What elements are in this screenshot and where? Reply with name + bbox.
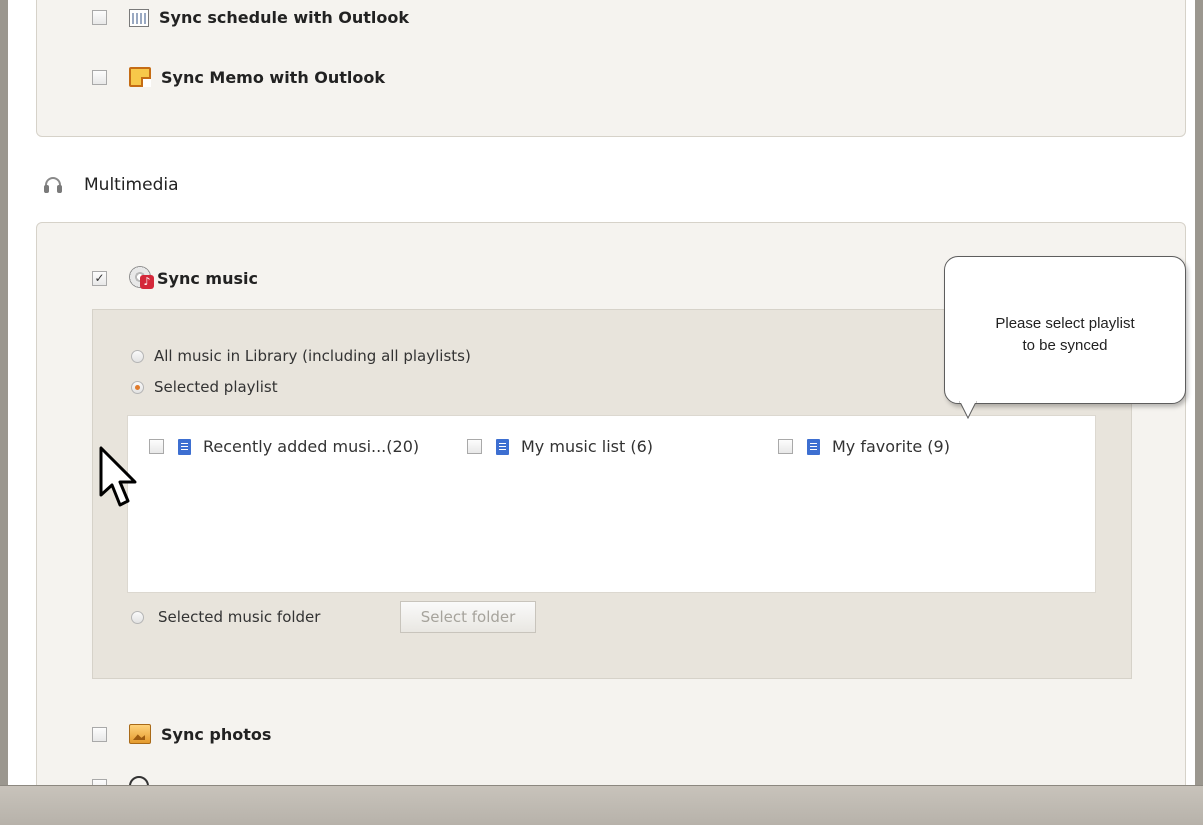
selected-playlist-radio[interactable] (131, 380, 144, 394)
tooltip-tail (959, 401, 977, 420)
playlist-item[interactable]: My music list (6) (467, 437, 653, 456)
tooltip-line-2: to be synced (1022, 337, 1108, 354)
sync-music-checkbox[interactable]: ✓ (92, 270, 107, 286)
playlist-item[interactable]: My favorite (9) (778, 437, 950, 456)
sync-photos-label: Sync photos (161, 724, 272, 744)
music-disc-icon: ♪ (129, 266, 154, 290)
sync-music-label: Sync music (157, 268, 258, 288)
photo-icon (129, 724, 151, 744)
option-selected-playlist[interactable]: Selected playlist (131, 378, 278, 396)
sync-music-row[interactable]: ✓ ♪ Sync music (92, 266, 258, 290)
all-music-radio[interactable] (131, 349, 144, 363)
calendar-icon (129, 8, 149, 27)
sync-photos-checkbox[interactable] (92, 726, 107, 742)
select-folder-button[interactable]: Select folder (400, 601, 536, 633)
playlist-icon (496, 438, 509, 455)
window-status-bar (0, 785, 1203, 825)
mouse-cursor-icon (99, 446, 137, 507)
multimedia-section-header: Multimedia (44, 175, 179, 195)
playlist-name: My favorite (9) (832, 437, 950, 456)
option-all-music[interactable]: All music in Library (including all play… (131, 347, 471, 365)
memo-icon (129, 67, 151, 87)
playlist-icon (807, 438, 820, 455)
sync-schedule-checkbox[interactable] (92, 10, 107, 25)
playlist-checkbox[interactable] (778, 439, 793, 454)
headphones-icon (44, 176, 62, 194)
sync-memo-checkbox[interactable] (92, 69, 107, 85)
playlist-name: Recently added musi...(20) (203, 437, 420, 456)
sync-photos-row[interactable]: Sync photos (92, 724, 271, 744)
playlist-icon (178, 438, 191, 455)
selected-playlist-label: Selected playlist (154, 378, 278, 396)
selected-folder-radio[interactable] (131, 610, 144, 624)
sync-schedule-label: Sync schedule with Outlook (159, 8, 410, 27)
playlist-tooltip: Please select playlist to be synced (944, 256, 1186, 404)
sync-memo-label: Sync Memo with Outlook (161, 67, 386, 87)
playlist-item[interactable]: Recently added musi...(20) (149, 437, 419, 456)
sync-memo-row[interactable]: Sync Memo with Outlook (92, 67, 385, 87)
tooltip-line-1: Please select playlist (995, 315, 1135, 332)
playlist-name: My music list (6) (521, 437, 653, 456)
selected-folder-label: Selected music folder (158, 608, 321, 626)
section-title: Multimedia (84, 175, 179, 195)
option-selected-folder[interactable]: Selected music folder (131, 608, 320, 626)
playlist-checkbox[interactable] (467, 439, 482, 454)
playlist-checkbox[interactable] (149, 439, 164, 454)
sync-schedule-row[interactable]: Sync schedule with Outlook (92, 8, 409, 27)
all-music-label: All music in Library (including all play… (154, 347, 471, 365)
